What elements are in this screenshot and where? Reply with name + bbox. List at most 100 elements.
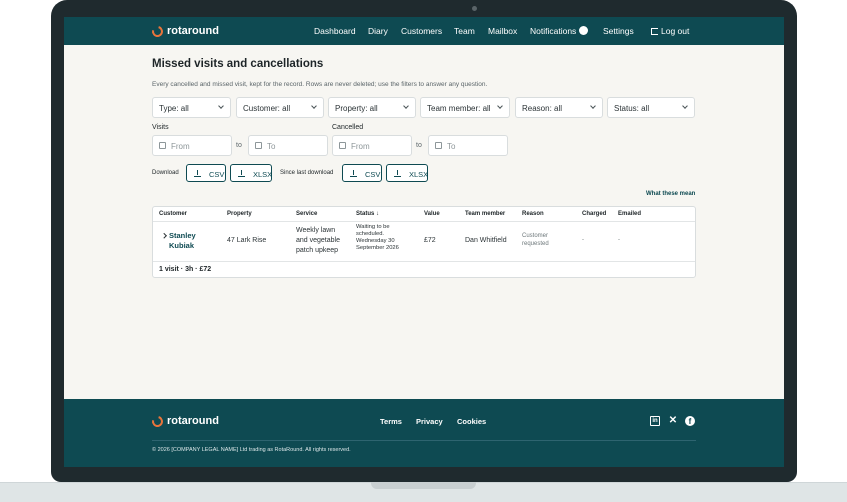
visits-to-date-input[interactable]: To <box>248 135 328 156</box>
column-header-customer[interactable]: Customer <box>159 211 187 217</box>
status-line-3: Wednesday 30 <box>356 238 395 244</box>
cancelled-from-placeholder: From <box>351 142 370 151</box>
visits-to-word: to <box>236 142 242 149</box>
property-cell: 47 Lark Rise <box>227 237 267 244</box>
since-download-csv-button[interactable]: CSV <box>342 164 382 182</box>
table-summary: 1 visit · 3h · £72 <box>159 266 212 273</box>
status-line-1: Waiting to be <box>356 224 390 230</box>
chevron-down-icon <box>682 103 688 109</box>
laptop-frame: rotaround Dashboard Diary Customers Team… <box>0 0 847 502</box>
visits-to-placeholder: To <box>267 142 276 151</box>
nav-notifications[interactable]: Notifications 1 <box>530 26 589 36</box>
chevron-down-icon <box>403 103 409 109</box>
sort-down-icon: ↓ <box>376 211 380 217</box>
site-footer: rotaround Terms Privacy Cookies in ✕ f ©… <box>64 399 784 467</box>
nav-mailbox[interactable]: Mailbox <box>488 26 517 36</box>
logout-icon <box>651 27 658 35</box>
linkedin-icon[interactable]: in <box>650 416 660 426</box>
charged-cell: - <box>582 237 584 243</box>
nav-settings[interactable]: Settings <box>603 26 634 36</box>
page-title: Missed visits and cancellations <box>152 58 324 70</box>
team-member-filter-value: Team member: all <box>427 104 491 113</box>
footer-brand-logo[interactable]: rotaround <box>149 413 219 429</box>
customer-name-link[interactable]: Stanley Kubiak <box>169 231 196 251</box>
chevron-right-icon[interactable] <box>161 233 167 239</box>
column-header-reason[interactable]: Reason <box>522 211 544 217</box>
since-last-download-label: Since last download <box>280 170 334 176</box>
column-header-emailed[interactable]: Emailed <box>618 211 641 217</box>
download-icon <box>394 170 401 177</box>
what-these-mean-link[interactable]: What these mean <box>646 191 695 197</box>
reason-line-2: requested <box>522 241 549 247</box>
download-csv-button[interactable]: CSV <box>186 164 226 182</box>
footer-divider <box>152 440 696 441</box>
footer-brand-name: rotaround <box>167 415 219 427</box>
column-header-charged[interactable]: Charged <box>582 211 606 217</box>
download-icon <box>238 170 245 177</box>
download-csv-label: CSV <box>209 170 225 179</box>
nav-team[interactable]: Team <box>454 26 475 36</box>
status-filter-value: Status: all <box>614 104 650 113</box>
x-icon[interactable]: ✕ <box>668 416 678 426</box>
reason-filter-select[interactable]: Reason: all <box>515 97 603 118</box>
calendar-icon <box>159 142 166 149</box>
header-divider <box>153 221 695 222</box>
column-header-property[interactable]: Property <box>227 211 252 217</box>
brand-logo[interactable]: rotaround <box>149 23 219 39</box>
download-icon <box>194 170 201 177</box>
value-cell: £72 <box>424 237 436 244</box>
visits-from-date-input[interactable]: From <box>152 135 232 156</box>
since-download-xlsx-label: XLSX <box>409 170 429 179</box>
calendar-icon <box>435 142 442 149</box>
facebook-icon[interactable]: f <box>685 416 695 426</box>
download-xlsx-button[interactable]: XLSX <box>230 164 272 182</box>
visits-from-placeholder: From <box>171 142 190 151</box>
visits-date-label: Visits <box>152 124 169 131</box>
column-header-value[interactable]: Value <box>424 211 440 217</box>
column-header-status-label: Status <box>356 211 375 217</box>
status-cell: Waiting to be scheduled. Wednesday 30 Se… <box>356 224 399 252</box>
footer-link-terms[interactable]: Terms <box>380 417 402 426</box>
column-header-team-member[interactable]: Team member <box>465 211 505 217</box>
logout-button[interactable]: Log out <box>651 26 689 36</box>
nav-diary[interactable]: Diary <box>368 26 388 36</box>
column-header-status[interactable]: Status ↓ <box>356 211 379 217</box>
notifications-count-badge: 1 <box>579 26 589 35</box>
emailed-cell: - <box>618 237 620 243</box>
top-navigation-bar: rotaround Dashboard Diary Customers Team… <box>64 17 784 45</box>
type-filter-select[interactable]: Type: all <box>152 97 231 118</box>
app-screen: rotaround Dashboard Diary Customers Team… <box>64 17 784 467</box>
download-icon <box>350 170 357 177</box>
nav-dashboard[interactable]: Dashboard <box>314 26 356 36</box>
column-header-service[interactable]: Service <box>296 211 317 217</box>
status-filter-select[interactable]: Status: all <box>607 97 695 118</box>
nav-customers[interactable]: Customers <box>401 26 442 36</box>
download-xlsx-label: XLSX <box>253 170 273 179</box>
customer-first-name: Stanley <box>169 231 196 240</box>
cancelled-to-word: to <box>416 142 422 149</box>
calendar-icon <box>339 142 346 149</box>
cancelled-to-date-input[interactable]: To <box>428 135 508 156</box>
cancelled-date-label: Cancelled <box>332 124 364 131</box>
summary-divider <box>153 261 695 262</box>
chevron-down-icon <box>590 103 596 109</box>
property-filter-select[interactable]: Property: all <box>328 97 416 118</box>
nav-notifications-label: Notifications <box>530 26 577 36</box>
team-member-filter-select[interactable]: Team member: all <box>420 97 510 118</box>
footer-link-privacy[interactable]: Privacy <box>416 417 443 426</box>
chevron-down-icon <box>311 103 317 109</box>
cancelled-from-date-input[interactable]: From <box>332 135 412 156</box>
status-line-2: scheduled. <box>356 231 385 237</box>
since-download-xlsx-button[interactable]: XLSX <box>386 164 428 182</box>
type-filter-value: Type: all <box>159 104 189 113</box>
customer-last-name: Kubiak <box>169 241 195 250</box>
cancelled-to-placeholder: To <box>447 142 456 151</box>
property-filter-value: Property: all <box>335 104 378 113</box>
status-line-4: September 2026 <box>356 245 399 251</box>
footer-link-cookies[interactable]: Cookies <box>457 417 486 426</box>
copyright-text: © 2026 [COMPANY LEGAL NAME] Ltd trading … <box>152 447 351 453</box>
download-label: Download <box>152 170 179 176</box>
logo-icon <box>149 413 166 429</box>
service-line-2: and vegetable <box>296 237 340 244</box>
customer-filter-select[interactable]: Customer: all <box>236 97 324 118</box>
